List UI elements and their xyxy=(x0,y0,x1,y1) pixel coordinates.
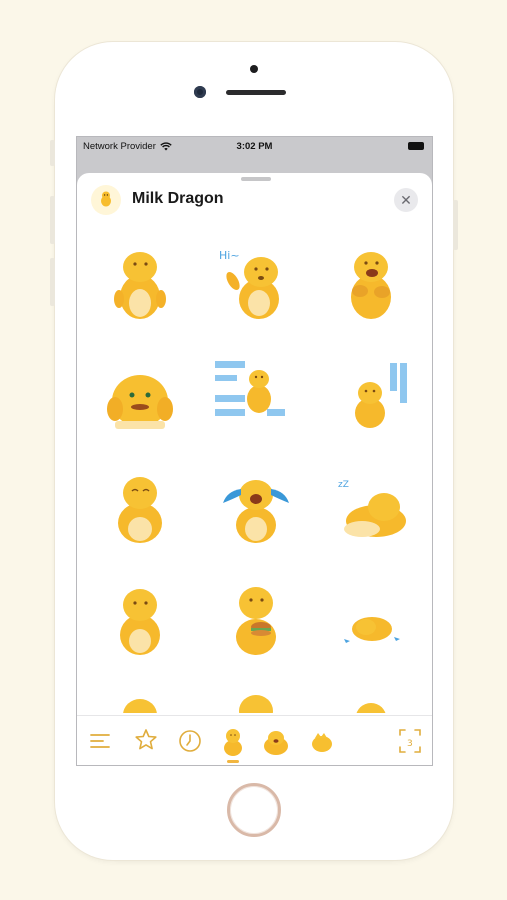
recent-clock-icon[interactable] xyxy=(177,726,203,756)
app-icon xyxy=(91,185,121,215)
expand-badge: 3 xyxy=(407,739,413,749)
sticker-dragon-smiling[interactable] xyxy=(95,461,185,551)
sticker-dragon-sitting[interactable] xyxy=(95,573,185,663)
pack-dragon-1[interactable] xyxy=(219,726,247,756)
volume-up-button xyxy=(50,196,55,244)
selected-pack-indicator xyxy=(227,760,239,763)
sticker-dragon-crying[interactable] xyxy=(211,461,301,551)
sticker-dragon-waving-hi[interactable]: Hi~ xyxy=(211,237,301,327)
sticker-dragon-partial[interactable] xyxy=(211,685,301,713)
sticker-sheet: Milk Dragon ✕ Hi~ zZ 3 xyxy=(77,173,432,765)
proximity-sensor xyxy=(250,65,258,73)
sticker-dragon-chinese-text-right[interactable] xyxy=(326,349,416,439)
sheet-grabber[interactable] xyxy=(241,177,271,181)
dragon-icon xyxy=(101,191,111,207)
svg-text:Hi~: Hi~ xyxy=(219,249,240,262)
status-bar: Network Provider 3:02 PM xyxy=(77,137,432,157)
power-button xyxy=(453,200,458,250)
volume-down-button xyxy=(50,258,55,306)
sticker-dragon-squishing-cheeks[interactable] xyxy=(95,349,185,439)
star-icon[interactable] xyxy=(133,726,159,756)
phone-screen: Network Provider 3:02 PM Milk Dragon ✕ H… xyxy=(76,136,433,766)
sticker-toolbar: 3 xyxy=(77,715,432,765)
sheet-title: Milk Dragon xyxy=(132,190,224,207)
sticker-dragon-standing[interactable] xyxy=(95,237,185,327)
sticker-grid: Hi~ zZ xyxy=(77,223,432,713)
svg-text:zZ: zZ xyxy=(338,480,349,490)
close-button[interactable]: ✕ xyxy=(394,188,418,212)
sticker-dragon-partial[interactable] xyxy=(95,685,185,713)
sticker-dragon-flat-on-floor[interactable] xyxy=(326,573,416,663)
sticker-dragon-partial[interactable] xyxy=(326,685,416,713)
earpiece-speaker xyxy=(226,90,286,95)
pack-dragon-3[interactable] xyxy=(309,726,335,756)
sheet-header: Milk Dragon ✕ xyxy=(77,183,432,217)
front-camera xyxy=(194,86,206,98)
home-button[interactable] xyxy=(227,783,281,837)
sticker-dragon-eating[interactable] xyxy=(326,237,416,327)
sticker-dragon-eating-burger[interactable] xyxy=(211,573,301,663)
pack-dragon-2[interactable] xyxy=(261,726,291,756)
battery-icon xyxy=(408,142,424,150)
sticker-dragon-chinese-text-left[interactable] xyxy=(211,349,301,439)
menu-icon[interactable] xyxy=(89,726,111,756)
silent-switch xyxy=(50,140,55,166)
fullscreen-icon[interactable]: 3 xyxy=(397,726,423,756)
clock-time: 3:02 PM xyxy=(236,141,273,152)
sticker-dragon-lying-sleeping[interactable]: zZ xyxy=(326,461,416,551)
